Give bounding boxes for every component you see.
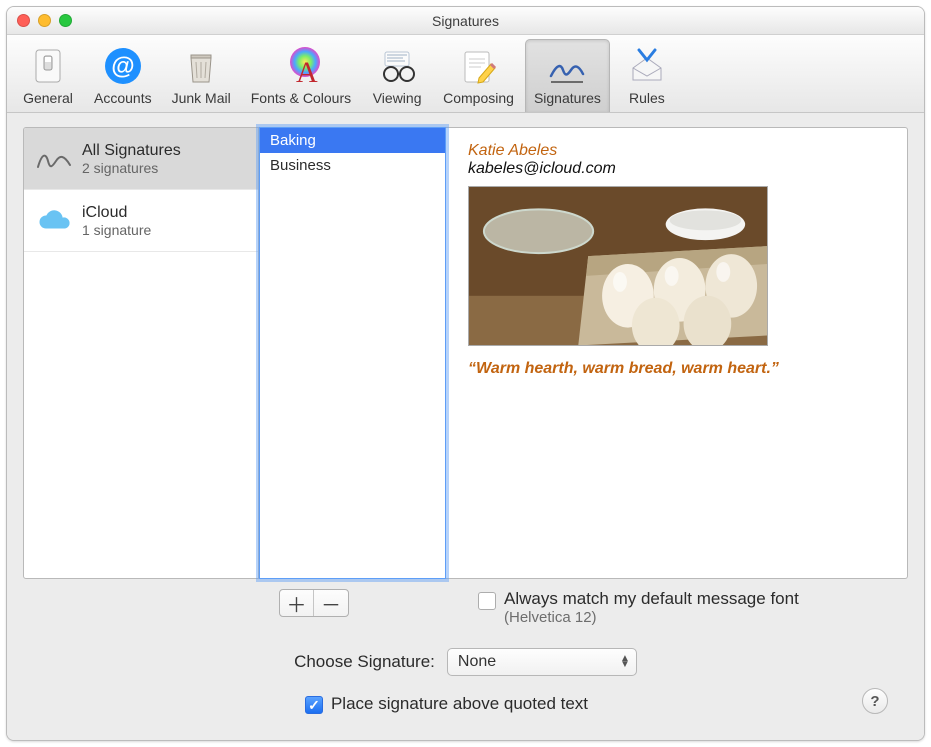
place-above-label: Place signature above quoted text xyxy=(331,694,588,714)
account-name: All Signatures xyxy=(82,141,181,160)
tab-label: Junk Mail xyxy=(172,90,231,106)
signature-icon xyxy=(545,44,589,88)
tab-label: Viewing xyxy=(373,90,422,106)
place-above-row: Place signature above quoted text ? xyxy=(43,688,888,714)
account-name: iCloud xyxy=(82,203,151,222)
accounts-list[interactable]: All Signatures 2 signatures iCloud 1 sig… xyxy=(23,127,259,579)
glasses-icon xyxy=(375,44,419,88)
tab-label: Accounts xyxy=(94,90,152,106)
account-text: iCloud 1 signature xyxy=(82,203,151,239)
minimize-window-button[interactable] xyxy=(38,14,51,27)
help-button[interactable]: ? xyxy=(862,688,888,714)
account-text: All Signatures 2 signatures xyxy=(82,141,181,177)
svg-text:@: @ xyxy=(111,53,134,80)
close-window-button[interactable] xyxy=(17,14,30,27)
chevrons-up-down-icon: ▲▼ xyxy=(620,656,630,668)
tab-label: Rules xyxy=(629,90,665,106)
main-content: All Signatures 2 signatures iCloud 1 sig… xyxy=(7,113,924,740)
trash-icon xyxy=(179,44,223,88)
fonts-colours-icon: A xyxy=(279,44,323,88)
below-columns-row: ＋ － Always match my default message font… xyxy=(23,589,908,626)
tab-signatures[interactable]: Signatures xyxy=(525,39,610,112)
preview-image xyxy=(468,186,768,346)
add-signature-button[interactable]: ＋ xyxy=(280,590,314,616)
account-subtext: 2 signatures xyxy=(82,160,181,177)
match-font-sublabel: (Helvetica 12) xyxy=(504,609,799,626)
match-font-checkbox[interactable] xyxy=(478,592,496,610)
tab-label: Signatures xyxy=(534,90,601,106)
tab-label: Fonts & Colours xyxy=(251,90,351,106)
compose-icon xyxy=(457,44,501,88)
tab-general[interactable]: General xyxy=(13,39,83,112)
tab-label: General xyxy=(23,90,73,106)
signature-item[interactable]: Baking xyxy=(260,128,445,153)
place-above-checkbox[interactable] xyxy=(305,696,323,714)
zoom-window-button[interactable] xyxy=(59,14,72,27)
switch-icon xyxy=(26,44,70,88)
titlebar[interactable]: Signatures xyxy=(7,7,924,35)
account-subtext: 1 signature xyxy=(82,222,151,239)
choose-signature-row: Choose Signature: None ▲▼ xyxy=(43,648,888,676)
window-title: Signatures xyxy=(7,13,924,29)
tab-composing[interactable]: Composing xyxy=(434,39,523,112)
signature-item[interactable]: Business xyxy=(260,153,445,178)
preferences-toolbar: General @ Accounts Junk Mail A Fonts & C… xyxy=(7,35,924,113)
tab-fonts-colours[interactable]: A Fonts & Colours xyxy=(242,39,360,112)
tab-junkmail[interactable]: Junk Mail xyxy=(163,39,240,112)
svg-text:A: A xyxy=(296,56,318,88)
add-remove-buttons: ＋ － xyxy=(279,589,349,617)
plus-icon: ＋ xyxy=(287,589,307,617)
footer: Choose Signature: None ▲▼ Place signatur… xyxy=(23,636,908,730)
icloud-icon xyxy=(34,201,74,241)
at-icon: @ xyxy=(101,44,145,88)
tab-label: Composing xyxy=(443,90,514,106)
preview-email: kabeles@icloud.com xyxy=(468,160,885,178)
rules-icon xyxy=(625,44,669,88)
tab-accounts[interactable]: @ Accounts xyxy=(85,39,161,112)
minus-icon: － xyxy=(321,589,341,617)
match-font-row: Always match my default message font (He… xyxy=(478,589,904,626)
preferences-window: Signatures General @ Accounts Junk Mail xyxy=(6,6,925,741)
signature-list-body: Baking Business xyxy=(260,128,445,578)
window-controls xyxy=(17,14,72,27)
remove-signature-button[interactable]: － xyxy=(314,590,348,616)
match-font-label: Always match my default message font xyxy=(504,589,799,609)
three-column-area: All Signatures 2 signatures iCloud 1 sig… xyxy=(23,127,908,579)
signatures-list[interactable]: Baking Business xyxy=(259,127,446,579)
account-item-icloud[interactable]: iCloud 1 signature xyxy=(24,190,258,252)
account-item-all[interactable]: All Signatures 2 signatures xyxy=(24,128,258,190)
choose-signature-label: Choose Signature: xyxy=(294,652,435,672)
preview-name: Katie Abeles xyxy=(468,142,885,160)
preview-quote: “Warm hearth, warm bread, warm heart.” xyxy=(468,360,885,378)
signature-glyph-icon xyxy=(34,139,74,179)
tab-viewing[interactable]: Viewing xyxy=(362,39,432,112)
signature-preview[interactable]: Katie Abeles kabeles@icloud.com xyxy=(446,127,908,579)
choose-signature-popup[interactable]: None ▲▼ xyxy=(447,648,637,676)
tab-rules[interactable]: Rules xyxy=(612,39,682,112)
help-icon: ? xyxy=(870,693,879,710)
choose-signature-value: None xyxy=(458,653,496,671)
